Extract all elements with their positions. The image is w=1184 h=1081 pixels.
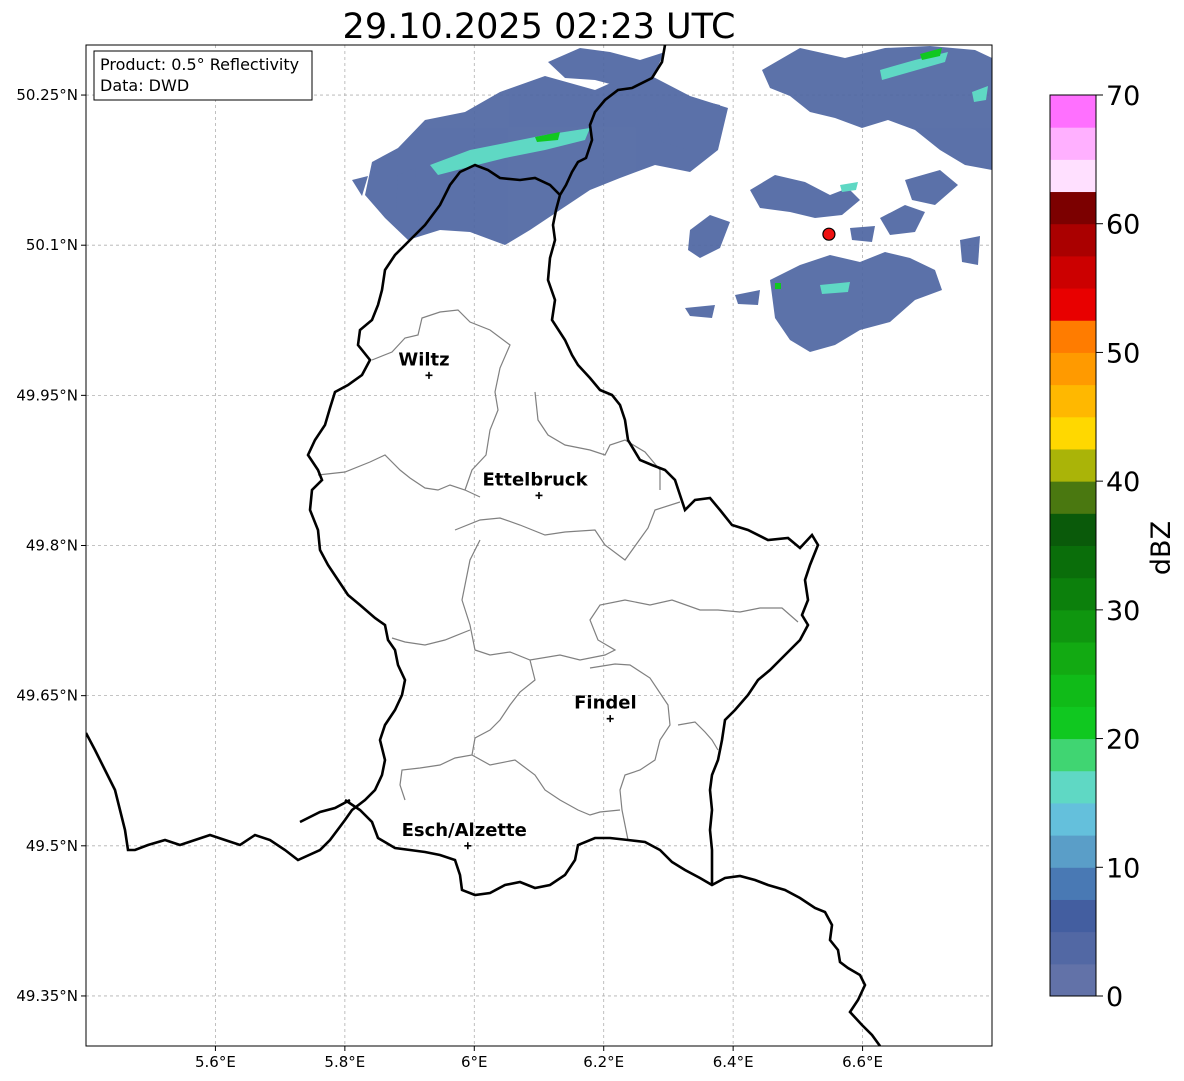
radar-site-marker xyxy=(822,227,836,241)
colorbar-tick-label: 60 xyxy=(1106,210,1140,241)
lon-tick-label: 5.8°E xyxy=(324,1053,365,1071)
colorbar-segment xyxy=(1050,706,1096,740)
colorbar-segment xyxy=(1050,481,1096,514)
colorbar-segment xyxy=(1050,738,1096,772)
city-label: Esch/Alzette xyxy=(402,820,527,841)
lat-tick-label: 49.35°N xyxy=(16,987,78,1005)
map-title: 29.10.2025 02:23 UTC xyxy=(343,7,736,47)
colorbar-segment xyxy=(1050,674,1096,707)
colorbar-segment xyxy=(1050,223,1096,257)
colorbar-segment xyxy=(1050,416,1096,450)
colorbar-segment xyxy=(1050,255,1096,289)
colorbar-segment xyxy=(1050,191,1096,225)
colorbar-tick-label: 30 xyxy=(1106,596,1140,627)
lat-tick-label: 49.65°N xyxy=(16,687,78,705)
colorbar-segment xyxy=(1050,159,1096,193)
colorbar-segment xyxy=(1050,609,1096,643)
colorbar-tick-label: 20 xyxy=(1106,725,1140,756)
lat-tick-label: 49.5°N xyxy=(26,837,78,855)
colorbar-segment xyxy=(1050,127,1096,160)
colorbar-segment xyxy=(1050,352,1096,386)
colorbar-segment xyxy=(1050,288,1096,321)
colorbar-tick-label: 40 xyxy=(1106,467,1140,498)
colorbar-segment xyxy=(1050,899,1096,933)
colorbar: 0 10 20 30 40 50 60 70 xyxy=(1049,81,1140,1013)
colorbar-segment xyxy=(1050,577,1096,611)
lon-tick-label: 5.6°E xyxy=(195,1053,236,1071)
colorbar-segment xyxy=(1050,320,1096,353)
lon-tick-label: 6°E xyxy=(461,1053,488,1071)
city-label: Wiltz xyxy=(398,349,449,370)
colorbar-segment xyxy=(1050,931,1096,965)
colorbar-tick-label: 70 xyxy=(1106,81,1140,112)
city-label: Findel xyxy=(574,693,637,714)
colorbar-label: dBZ xyxy=(1146,521,1177,575)
colorbar-segment xyxy=(1050,545,1096,579)
lat-tick-label: 50.1°N xyxy=(26,236,78,254)
colorbar-segment xyxy=(1050,802,1096,836)
colorbar-segment xyxy=(1050,95,1096,128)
colorbar-segment xyxy=(1050,448,1096,482)
colorbar-segment xyxy=(1050,513,1096,546)
lon-tick-label: 6.2°E xyxy=(583,1053,624,1071)
colorbar-segment xyxy=(1050,770,1096,804)
lon-tick-label: 6.4°E xyxy=(713,1053,754,1071)
colorbar-segment xyxy=(1050,867,1096,900)
lat-tick-label: 49.8°N xyxy=(26,537,78,555)
lat-tick-label: 50.25°N xyxy=(16,86,78,104)
colorbar-segment xyxy=(1050,384,1096,418)
colorbar-segment xyxy=(1050,642,1096,675)
colorbar-tick-label: 0 xyxy=(1106,982,1123,1013)
colorbar-segment xyxy=(1050,835,1096,868)
info-box: Product: 0.5° Reflectivity Data: DWD xyxy=(93,50,313,101)
radar-map-figure: 29.10.2025 02:23 UTC WiltzEttelbruckFind… xyxy=(16,7,1177,1071)
lon-tick-label: 6.6°E xyxy=(842,1053,883,1071)
colorbar-tick-label: 10 xyxy=(1106,853,1140,884)
colorbar-segment xyxy=(1050,963,1096,997)
colorbar-tick-label: 50 xyxy=(1106,338,1140,369)
lat-tick-label: 49.95°N xyxy=(16,386,78,404)
city-label: Ettelbruck xyxy=(482,469,588,490)
info-source: Data: DWD xyxy=(100,76,189,95)
info-product: Product: 0.5° Reflectivity xyxy=(100,55,299,74)
